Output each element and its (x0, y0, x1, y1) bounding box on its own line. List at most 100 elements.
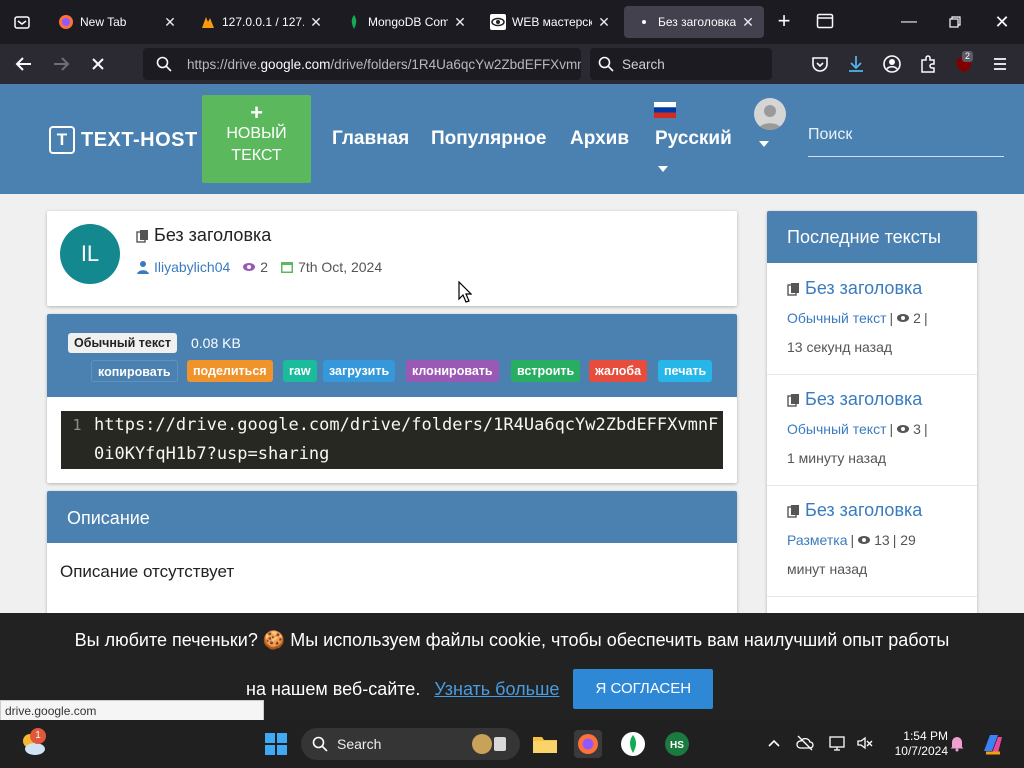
search-icon (156, 56, 172, 72)
hamburger-menu-icon[interactable] (990, 54, 1010, 74)
recent-item-title-row[interactable]: Без заголовка (787, 278, 922, 299)
copy-button[interactable]: копировать (91, 360, 178, 382)
print-button[interactable]: печать (658, 360, 713, 382)
forward-arrow-icon[interactable] (49, 52, 73, 76)
firefox-taskbar-icon[interactable] (574, 730, 602, 758)
site-search-input[interactable]: Поиск (808, 118, 1004, 157)
minimize-icon[interactable]: — (897, 10, 921, 34)
tab-list-button[interactable] (6, 6, 38, 38)
new-text-label: НОВЫЙ ТЕКСТ (226, 125, 287, 164)
firefox-icon (59, 15, 73, 29)
close-tab-icon[interactable]: ✕ (308, 14, 324, 30)
language-selector[interactable]: Русский (655, 128, 732, 150)
close-tab-icon[interactable]: ✕ (162, 14, 178, 30)
nav-home[interactable]: Главная (332, 128, 409, 150)
tab-mongodb-compass[interactable]: MongoDB Compass ✕ (334, 6, 476, 38)
embed-button[interactable]: встроить (511, 360, 581, 382)
recent-item-meta: Разметка | 13 | 29 (787, 532, 916, 548)
close-window-icon[interactable]: ✕ (990, 10, 1014, 34)
tab-title: New Tab (80, 15, 127, 29)
copy-document-icon (787, 504, 799, 518)
address-bar[interactable]: https://drive.google.com/drive/folders/1… (143, 48, 581, 80)
code-block[interactable]: 1 https://drive.google.com/drive/folders… (61, 411, 723, 469)
taskbar-search-box[interactable]: Search (301, 728, 520, 760)
nav-popular[interactable]: Популярное (431, 128, 546, 150)
tab-title: Без заголовка - (658, 15, 736, 29)
logo-mark: T (49, 126, 75, 154)
downloads-icon[interactable] (846, 54, 866, 74)
post-header-card: IL Без заголовка Iliyabylich04 2 7th Oct… (47, 211, 737, 306)
close-tab-icon[interactable]: ✕ (452, 14, 468, 30)
tab-new-tab[interactable]: New Tab ✕ (46, 6, 186, 38)
close-tab-icon[interactable]: ✕ (740, 14, 756, 30)
display-icon[interactable] (828, 734, 846, 752)
learn-more-link[interactable]: Узнать больше (434, 679, 559, 700)
cookie-accept-button[interactable]: Я СОГЛАСЕН (573, 669, 714, 709)
eye-logo-icon (490, 14, 506, 30)
calendar-icon (281, 262, 294, 273)
report-button[interactable]: жалоба (589, 360, 648, 382)
cloud-offline-icon[interactable] (796, 734, 814, 752)
new-text-button[interactable]: + НОВЫЙ ТЕКСТ (202, 95, 311, 183)
user-avatar-icon[interactable] (754, 98, 786, 130)
description-card: Описание Описание отсутствует (47, 491, 737, 621)
tray-overflow-chevron-icon[interactable] (765, 734, 783, 752)
copy-document-icon (136, 229, 148, 243)
user-icon (137, 261, 149, 274)
recent-item-type[interactable]: Разметка (787, 532, 848, 548)
loading-dot-icon (642, 20, 646, 24)
clock-time: 1:54 PM (903, 729, 948, 743)
pocket-icon[interactable] (810, 54, 830, 74)
line-number: 1 (72, 416, 82, 434)
download-button[interactable]: загрузить (323, 360, 396, 382)
cookie-message-end: на нашем веб-сайте. (246, 678, 421, 699)
post-title: Без заголовка (154, 225, 272, 245)
recent-item-type[interactable]: Обычный текст (787, 421, 887, 437)
tab-phpmyadmin[interactable]: 127.0.0.1 / 127.0.0 ✕ (188, 6, 332, 38)
account-icon[interactable] (882, 54, 902, 74)
recent-item-type[interactable]: Обычный текст (787, 310, 887, 326)
stop-loading-icon[interactable] (86, 52, 110, 76)
url-text: https://drive.google.com/drive/folders/1… (187, 56, 581, 72)
recent-item-title-row[interactable]: Без заголовка (787, 500, 922, 521)
author-link[interactable]: Iliyabylich04 (154, 259, 230, 275)
mongodb-compass-taskbar-icon[interactable] (619, 730, 647, 758)
windows-start-icon[interactable] (262, 730, 290, 758)
clone-button[interactable]: клонировать (406, 360, 499, 382)
recent-item-title-row[interactable]: Без заголовка (787, 389, 922, 410)
russia-flag-icon (654, 102, 676, 118)
tab-current-page[interactable]: Без заголовка - ✕ (624, 6, 764, 38)
recent-item-title[interactable]: Без заголовка (805, 278, 922, 299)
svg-text:HS: HS (670, 740, 684, 751)
copilot-icon[interactable] (980, 731, 1006, 757)
recent-item-title[interactable]: Без заголовка (805, 500, 922, 521)
heidisql-taskbar-icon[interactable]: HS (663, 730, 691, 758)
weather-badge: 1 (30, 728, 46, 744)
share-button[interactable]: поделиться (187, 360, 273, 382)
notification-bell-icon[interactable] (948, 734, 966, 752)
volume-muted-icon[interactable] (856, 734, 874, 752)
browser-search-box[interactable]: Search (590, 48, 772, 80)
close-tab-icon[interactable]: ✕ (596, 14, 612, 30)
firefox-view-icon[interactable] (816, 12, 834, 30)
new-tab-plus-icon[interactable]: + (772, 10, 796, 34)
extensions-puzzle-icon[interactable] (918, 54, 938, 74)
restore-window-icon[interactable] (943, 10, 967, 34)
logo-text: TEXT-HOST (81, 128, 198, 151)
description-text: Описание отсутствует (60, 562, 235, 581)
raw-button[interactable]: raw (283, 360, 317, 382)
site-search-placeholder: Поиск (808, 126, 853, 143)
user-menu-caret-icon[interactable] (759, 141, 769, 147)
copy-document-icon (787, 282, 799, 296)
nav-archive[interactable]: Архив (570, 128, 629, 150)
tab-web-workshop[interactable]: WEB мастерская ✕ (478, 6, 620, 38)
recent-item-title[interactable]: Без заголовка (805, 389, 922, 410)
sidebar-header: Последние тексты (767, 211, 977, 263)
system-clock[interactable]: 1:54 PM 10/7/2024 (884, 729, 948, 759)
view-count: 2 (260, 259, 269, 275)
language-caret-icon[interactable] (658, 166, 668, 172)
search-placeholder: Search (622, 56, 665, 72)
file-explorer-icon[interactable] (531, 730, 559, 758)
author-avatar[interactable]: IL (60, 224, 120, 284)
back-arrow-icon[interactable] (12, 52, 36, 76)
